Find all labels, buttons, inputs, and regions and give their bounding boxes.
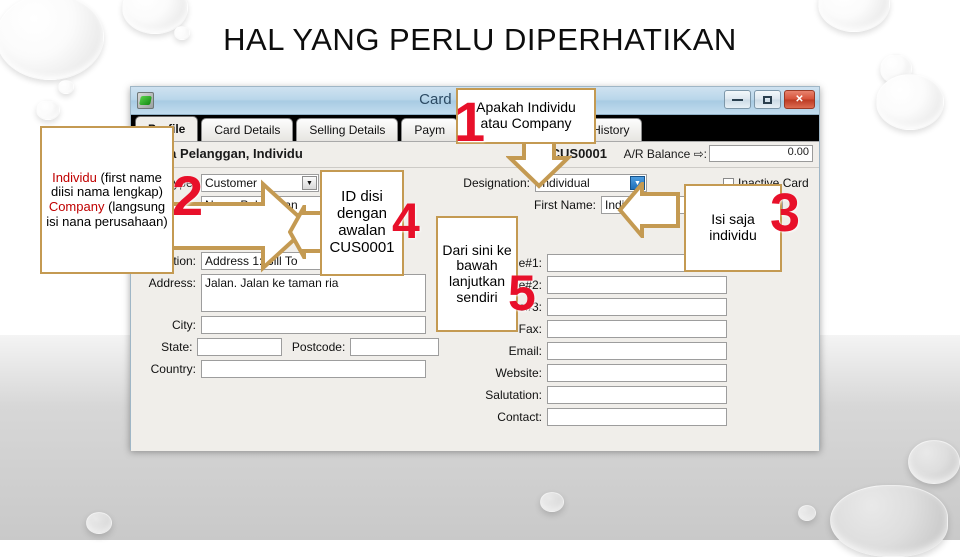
field-state-postcode: State: Postcode: bbox=[139, 338, 439, 356]
callout-5-text: Dari sini ke bawah lanjutkan sendiri bbox=[442, 241, 512, 305]
bubble-decoration bbox=[830, 485, 948, 557]
callout-arrow-3 bbox=[616, 182, 682, 238]
bubble-decoration bbox=[908, 440, 960, 484]
ar-balance-field[interactable]: 0.00 bbox=[709, 145, 813, 162]
bubble-decoration bbox=[36, 100, 60, 120]
field-label: Country: bbox=[150, 362, 196, 376]
field-city: City: bbox=[139, 316, 439, 334]
tab-selling-details[interactable]: Selling Details bbox=[296, 118, 399, 141]
step-number-2: 2 bbox=[172, 164, 204, 227]
callout-5: Dari sini ke bawah lanjutkan sendiri bbox=[436, 216, 518, 332]
contact-input[interactable] bbox=[547, 408, 727, 426]
field-label: Email: bbox=[508, 344, 542, 358]
left-note-red-1: Individu bbox=[52, 169, 97, 185]
country-input[interactable] bbox=[201, 360, 426, 378]
callout-4-text: ID disi dengan awalan CUS0001 bbox=[329, 188, 395, 256]
postcode-input[interactable] bbox=[350, 338, 439, 356]
field-label: Salutation: bbox=[485, 388, 542, 402]
bubble-decoration bbox=[876, 74, 944, 130]
phone2-input[interactable] bbox=[547, 276, 727, 294]
field-website: Website: bbox=[461, 364, 813, 382]
left-note-red-2: Company bbox=[48, 199, 105, 214]
maximize-icon[interactable] bbox=[754, 90, 781, 109]
field-label: First Name: bbox=[533, 198, 596, 212]
city-input[interactable] bbox=[201, 316, 426, 334]
field-label: Website: bbox=[495, 366, 542, 380]
tab-payment-details[interactable]: Paym bbox=[401, 118, 459, 141]
close-icon[interactable]: ✕ bbox=[784, 90, 815, 109]
website-input[interactable] bbox=[547, 364, 727, 382]
window-controls: ✕ bbox=[724, 90, 815, 109]
step-number-4: 4 bbox=[392, 193, 420, 249]
callout-3-text: Isi saja individu bbox=[709, 211, 757, 243]
bubble-decoration bbox=[58, 80, 74, 94]
bubble-decoration bbox=[86, 512, 112, 534]
ar-balance-label: A/R Balance ⇨: bbox=[623, 147, 707, 161]
minimize-icon[interactable] bbox=[724, 90, 751, 109]
tab-card-details[interactable]: Card Details bbox=[201, 118, 294, 141]
step-number-1: 1 bbox=[454, 90, 486, 153]
fax-input[interactable] bbox=[547, 320, 727, 338]
page-title: HAL YANG PERLU DIPERHATIKAN bbox=[223, 22, 737, 57]
field-label: City: bbox=[172, 318, 196, 332]
field-country: Country: bbox=[139, 360, 439, 378]
field-contact: Contact: bbox=[461, 408, 813, 426]
field-salutation: Salutation: bbox=[461, 386, 813, 404]
phone3-input[interactable] bbox=[547, 298, 727, 316]
step-number-3: 3 bbox=[770, 183, 801, 243]
email-input[interactable] bbox=[547, 342, 727, 360]
field-label: Postcode: bbox=[291, 340, 346, 354]
salutation-input[interactable] bbox=[547, 386, 727, 404]
bubble-decoration bbox=[798, 505, 816, 521]
bubble-decoration bbox=[540, 492, 564, 512]
callout-left-note: Individu (first name diisi nama lengkap)… bbox=[40, 126, 174, 274]
step-number-5: 5 bbox=[508, 265, 536, 321]
field-label: Contact: bbox=[497, 410, 542, 424]
field-email: Email: bbox=[461, 342, 813, 360]
field-label: State: bbox=[161, 340, 193, 354]
state-input[interactable] bbox=[197, 338, 283, 356]
callout-3: Isi saja individu bbox=[684, 184, 782, 272]
